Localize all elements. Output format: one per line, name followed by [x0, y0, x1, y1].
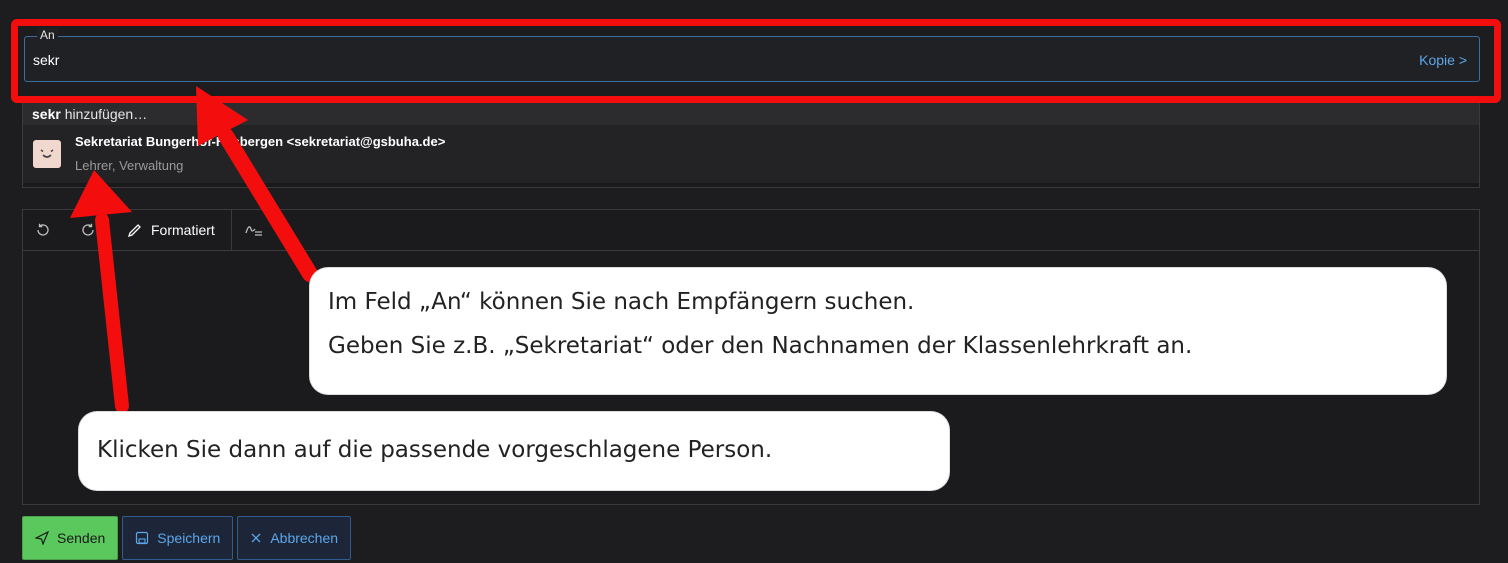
- smiley-face-icon: [33, 140, 61, 168]
- callout-line-3: Klicken Sie dann auf die passende vorges…: [97, 437, 773, 463]
- send-button[interactable]: Senden: [22, 516, 119, 560]
- callout-line-2: Geben Sie z.B. „Sekretariat“ oder den Na…: [328, 333, 1193, 359]
- copy-link[interactable]: Kopie >: [1419, 52, 1467, 68]
- callout-search-hint: Im Feld „An“ können Sie nach Empfängern …: [310, 268, 1446, 394]
- add-entry-row[interactable]: sekr hinzufügen…: [23, 103, 1479, 125]
- to-field[interactable]: An sekr Kopie >: [24, 28, 1480, 82]
- editor-toolbar: Formatiert: [23, 210, 1479, 251]
- floppy-disk-icon: [136, 531, 149, 545]
- to-field-input[interactable]: sekr: [33, 52, 59, 68]
- add-query: sekr: [32, 106, 61, 122]
- action-bar: Senden Speichern Abbrechen: [22, 516, 352, 560]
- cancel-button[interactable]: Abbrechen: [237, 516, 352, 560]
- redo-icon[interactable]: [60, 210, 105, 250]
- send-icon: [35, 531, 49, 545]
- cancel-label: Abbrechen: [270, 530, 339, 546]
- close-icon: [251, 533, 261, 543]
- contact-groups: Lehrer, Verwaltung: [75, 158, 184, 173]
- suggestion-list: sekr hinzufügen… Sekretariat Bungerhof-H…: [22, 103, 1480, 188]
- format-button[interactable]: Formatiert: [105, 210, 232, 250]
- save-label: Speichern: [157, 530, 221, 546]
- pen-icon: [127, 224, 141, 238]
- callout-click-hint: Klicken Sie dann auf die passende vorges…: [79, 412, 949, 490]
- contact-suggestion[interactable]: Sekretariat Bungerhof-Hasbergen <sekreta…: [23, 125, 1479, 183]
- format-label: Formatiert: [151, 222, 215, 238]
- signature-icon[interactable]: [232, 210, 273, 250]
- add-suffix: hinzufügen…: [60, 106, 148, 122]
- save-button[interactable]: Speichern: [122, 516, 234, 560]
- send-label: Senden: [57, 530, 106, 546]
- undo-icon[interactable]: [23, 210, 60, 250]
- contact-name: Sekretariat Bungerhof-Hasbergen <sekreta…: [75, 134, 446, 149]
- callout-line-1: Im Feld „An“ können Sie nach Empfängern …: [328, 289, 915, 315]
- to-field-label: An: [37, 28, 58, 42]
